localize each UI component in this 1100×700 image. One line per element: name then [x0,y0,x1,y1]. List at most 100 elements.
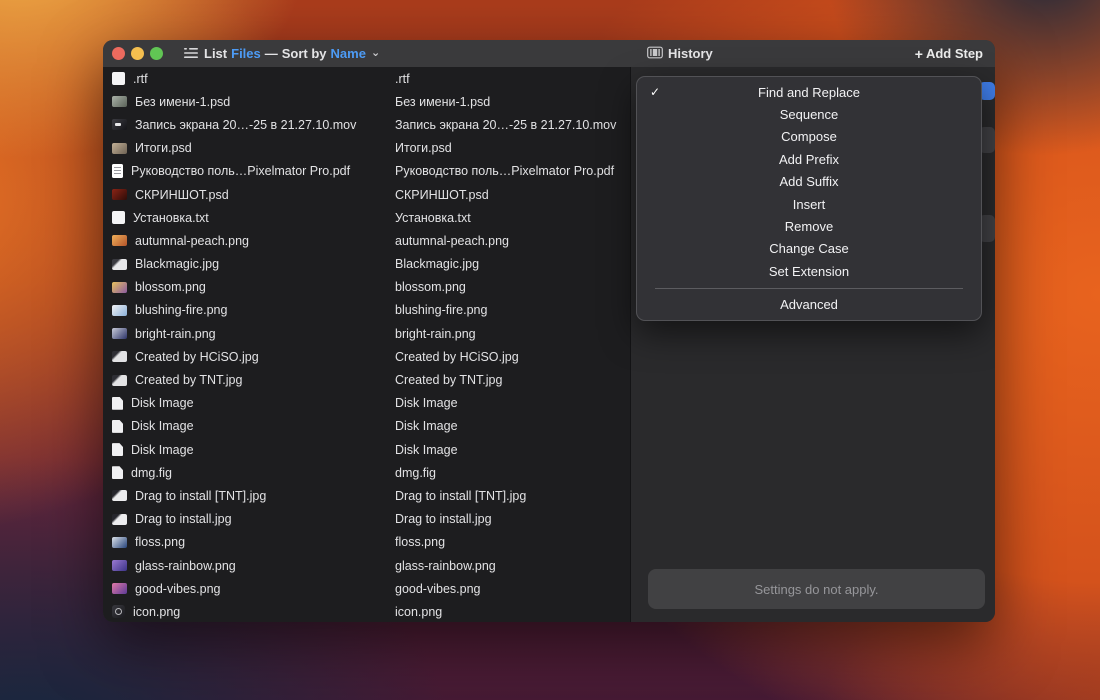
close-button[interactable] [112,47,125,60]
file-row[interactable]: dmg.figdmg.fig [103,461,630,484]
diag-file-icon [112,490,127,501]
menu-item-add-prefix[interactable]: Add Prefix [637,148,981,170]
file-row[interactable]: floss.png floss.png [103,531,630,554]
file-row[interactable]: blossom.pngblossom.png [103,276,630,299]
menu-item-label: Advanced [780,297,838,312]
menu-item-find-and-replace[interactable]: ✓Find and Replace [637,81,981,103]
diag-file-icon [112,259,127,270]
add-step-label: Add Step [926,46,983,61]
step-type-menu: ✓Find and ReplaceSequence Compose Add Pref… [636,76,982,321]
file-preview-name: Drag to install.jpg [395,512,492,526]
history-header: History [647,40,713,67]
menu-item-compose[interactable]: Compose [637,126,981,148]
file-row[interactable]: autumnal-peach.pngautumnal-peach.png [103,229,630,252]
file-original-name: blushing-fire.png [135,303,227,317]
file-row[interactable]: Disk ImageDisk Image [103,392,630,415]
file-preview-name: Blackmagic.jpg [395,257,479,271]
file-row[interactable]: Итоги.psdИтоги.psd [103,137,630,160]
menu-item-insert[interactable]: Insert [637,193,981,215]
thumb-file-icon [112,235,127,246]
add-step-button[interactable]: + Add Step [915,40,983,67]
menu-item-add-suffix[interactable]: Add Suffix [637,171,981,193]
menu-item-label: Compose [781,129,837,144]
file-row[interactable]: Запись экрана 20…-25 в 21.27.10.movЗапис… [103,113,630,136]
file-row[interactable]: Created by TNT.jpgCreated by TNT.jpg [103,368,630,391]
checkmark-icon: ✓ [650,85,660,99]
zoom-button[interactable] [150,47,163,60]
menu-item-sequence[interactable]: Sequence [637,103,981,125]
file-row[interactable]: bright-rain.png bright-rain.png [103,322,630,345]
file-row[interactable]: .rtf.rtf [103,67,630,90]
file-row[interactable]: good-vibes.pnggood-vibes.png [103,577,630,600]
thumb-file-icon [112,96,127,107]
file-original-name: glass-rainbow.png [135,559,236,573]
file-preview-name: floss.png [395,535,445,549]
file-row[interactable]: Руководство поль…Pixelmator Pro.pdf Руков… [103,160,630,183]
menu-item-label: Remove [785,219,833,234]
menu-item-advanced[interactable]: Advanced [637,294,981,316]
file-row[interactable]: Установка.txtУстановка.txt [103,206,630,229]
menu-separator [655,288,963,289]
file-row[interactable]: blushing-fire.pngblushing-fire.png [103,299,630,322]
file-original-name: floss.png [135,535,185,549]
file-original-name: Руководство поль…Pixelmator Pro.pdf [131,164,350,178]
file-preview-name: Disk Image [395,443,458,457]
file-original-name: bright-rain.png [135,327,216,341]
diag-file-icon [112,351,127,362]
file-preview-name: Disk Image [395,396,458,410]
file-row[interactable]: Disk Image Disk Image [103,438,630,461]
file-row[interactable]: glass-rainbow.pngglass-rainbow.png [103,554,630,577]
minimize-button[interactable] [131,47,144,60]
file-row[interactable]: Без имени-1.psdБез имени-1.psd [103,90,630,113]
history-icon [647,46,663,62]
file-original-name: Установка.txt [133,211,209,225]
file-original-name: Disk Image [131,443,194,457]
file-preview-name: bright-rain.png [395,327,476,341]
file-original-name: Blackmagic.jpg [135,257,219,271]
app-file-icon [112,605,125,618]
thumb-file-icon [112,143,127,154]
file-original-name: Disk Image [131,419,194,433]
fold-file-icon [112,397,123,410]
settings-note-button[interactable]: Settings do not apply. [648,569,985,609]
menu-item-label: Change Case [769,241,849,256]
file-row[interactable]: Drag to install [TNT].jpgDrag to install… [103,484,630,507]
titlebar: List Files — Sort by Name ⌄ History [103,40,995,68]
fold-file-icon [112,443,123,456]
file-original-name: Created by TNT.jpg [135,373,242,387]
file-original-name: Итоги.psd [135,141,192,155]
thumb-file-icon [112,537,127,548]
file-preview-name: СКРИНШОТ.psd [395,188,489,202]
fold-file-icon [112,466,123,479]
file-row[interactable]: СКРИНШОТ.psdСКРИНШОТ.psd [103,183,630,206]
file-preview-name: dmg.fig [395,466,436,480]
file-row[interactable]: icon.pngicon.png [103,600,630,622]
file-original-name: Без имени-1.psd [135,95,230,109]
file-preview-name: Руководство поль…Pixelmator Pro.pdf [395,164,614,178]
desktop-wallpaper: List Files — Sort by Name ⌄ History [0,0,1100,700]
file-original-name: autumnal-peach.png [135,234,249,248]
list-view-icon [183,46,199,65]
doc-file-icon [112,211,125,224]
file-preview-name: Drag to install [TNT].jpg [395,489,526,503]
sort-by-label: Sort by [282,46,327,61]
menu-item-set-extension[interactable]: Set Extension [637,260,981,282]
file-original-name: good-vibes.png [135,582,220,596]
menu-item-remove[interactable]: Remove [637,215,981,237]
chevron-down-icon[interactable]: ⌄ [371,46,380,59]
files-menu-button[interactable]: Files [231,46,261,61]
history-title: History [668,46,713,61]
file-preview-name: blossom.png [395,280,466,294]
menu-item-label: Set Extension [769,264,849,279]
file-row[interactable]: Created by HCiSO.jpgCreated by HCiSO.jpg [103,345,630,368]
menu-item-change-case[interactable]: Change Case [637,238,981,260]
menu-item-label: Add Suffix [779,174,838,189]
sort-menu-button[interactable]: Name [331,46,366,61]
plus-icon: + [915,46,923,62]
file-original-name: .rtf [133,72,148,86]
thumb-file-icon [112,583,127,594]
file-row[interactable]: Blackmagic.jpg Blackmagic.jpg [103,253,630,276]
file-row[interactable]: Disk ImageDisk Image [103,415,630,438]
file-row[interactable]: Drag to install.jpgDrag to install.jpg [103,508,630,531]
file-preview-name: Created by HCiSO.jpg [395,350,519,364]
